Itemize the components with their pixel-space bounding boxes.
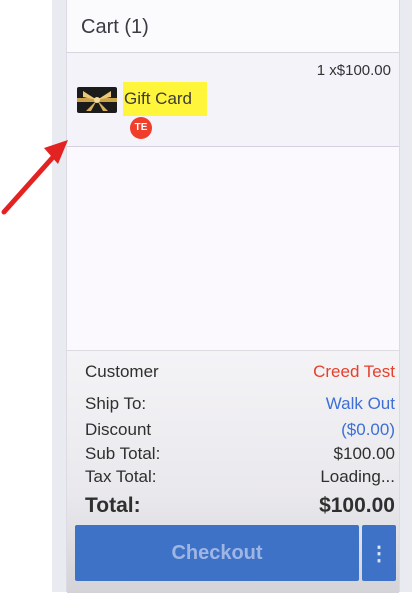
cart-panel: Cart (1) 1 x$100.00 Gift Card TE Custome…: [52, 0, 412, 593]
cart-title: Cart (1): [81, 16, 149, 38]
checkout-button[interactable]: Checkout: [75, 525, 359, 581]
red-arrow-icon: [1, 140, 68, 215]
total-value: $100.00: [319, 494, 395, 517]
tax-label: Tax Total:: [85, 467, 157, 486]
tax-value: Loading...: [320, 467, 395, 486]
subtotal-label: Sub Total:: [85, 444, 161, 463]
cart-header: Cart (1): [67, 0, 399, 53]
ship-to-label: Ship To:: [85, 394, 147, 413]
ship-to-value[interactable]: Walk Out: [326, 394, 395, 414]
discount-label: Discount: [85, 420, 152, 439]
subtotal-value: $100.00: [333, 444, 395, 463]
total-label: Total:: [85, 494, 141, 517]
cart-items-area: [67, 147, 399, 350]
cart-line-item[interactable]: 1 x$100.00 Gift Card TE: [67, 53, 399, 147]
item-name: Gift Card: [123, 82, 207, 116]
more-options-button[interactable]: ⋮: [362, 525, 396, 581]
customer-label: Customer: [85, 362, 159, 381]
cart-container: Cart (1) 1 x$100.00 Gift Card TE Custome…: [66, 0, 400, 593]
discount-value[interactable]: ($0.00): [341, 420, 395, 440]
customer-value[interactable]: Creed Test: [313, 362, 395, 382]
employee-badge: TE: [130, 117, 152, 139]
left-gutter: [0, 0, 52, 592]
gift-card-thumbnail: [77, 87, 117, 113]
item-quantity-price: 1 x$100.00: [316, 62, 391, 79]
order-summary: Customer Creed Test Ship To: Walk Out Di…: [67, 350, 399, 593]
more-vertical-icon: ⋮: [369, 542, 389, 565]
